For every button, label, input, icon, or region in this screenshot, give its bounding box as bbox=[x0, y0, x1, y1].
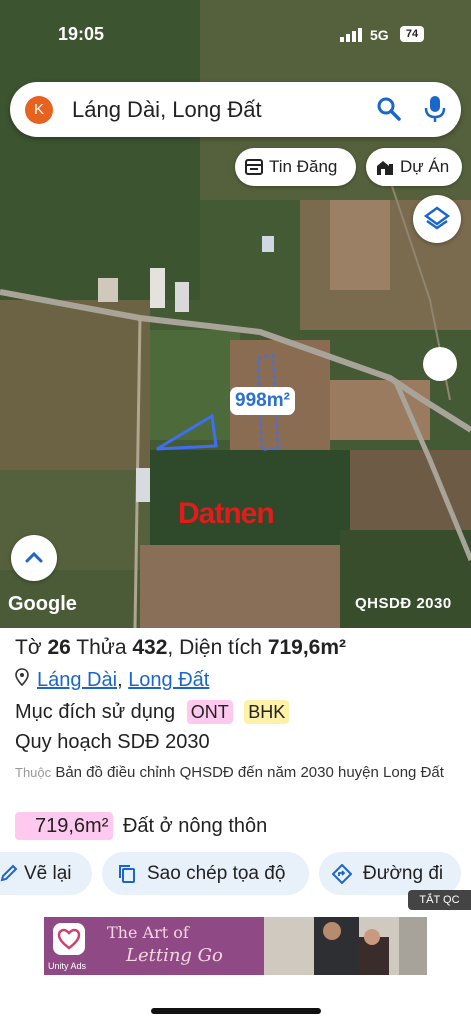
bhk-tag: BHK bbox=[244, 700, 290, 724]
status-bar: 19:05 5G 74 bbox=[0, 22, 471, 48]
mic-icon[interactable] bbox=[423, 95, 447, 123]
avatar[interactable]: K bbox=[25, 96, 53, 124]
ad-title-line1: The Art of bbox=[107, 923, 189, 942]
home-indicator bbox=[151, 1008, 321, 1014]
plan-label: Quy hoạch SDĐ 2030 bbox=[15, 731, 210, 753]
search-bar[interactable]: K Láng Dài, Long Đất bbox=[10, 82, 461, 137]
battery-icon: 74 bbox=[400, 26, 424, 42]
expand-button[interactable] bbox=[11, 535, 57, 581]
copy-coordinates-button[interactable]: Sao chép tọa độ bbox=[102, 852, 309, 895]
plan-code-label: QHSDĐ 2030 bbox=[355, 595, 452, 612]
parcel-info-panel: Tờ 26 Thửa 432, Diện tích 719,6m² Láng D… bbox=[0, 628, 471, 1024]
ont-tag: ONT bbox=[186, 700, 233, 724]
network-label: 5G bbox=[370, 27, 389, 43]
land-type-label: Đất ở nông thôn bbox=[122, 815, 268, 837]
land-purpose-row: Mục đích sử dụng ONT BHK bbox=[15, 700, 290, 724]
hide-ads-button[interactable]: TẮT QC bbox=[408, 890, 471, 910]
google-logo: Google bbox=[8, 593, 77, 615]
plot-area-label: 998m² bbox=[230, 387, 295, 415]
area-badge: 719,6m² bbox=[15, 812, 114, 840]
copy-icon bbox=[119, 865, 135, 883]
directions-icon bbox=[332, 864, 352, 884]
listing-icon bbox=[245, 159, 263, 175]
datnen-watermark: Datnen bbox=[178, 497, 275, 530]
pencil-icon bbox=[0, 864, 18, 882]
du-an-label: Dự Án bbox=[400, 157, 450, 176]
commune-link[interactable]: Láng Dài bbox=[37, 669, 117, 691]
signal-icon bbox=[340, 28, 362, 42]
tin-dang-label: Tin Đăng bbox=[269, 157, 338, 176]
status-time: 19:05 bbox=[58, 24, 105, 44]
ad-banner[interactable]: Unity Ads The Art of Letting Go bbox=[44, 917, 427, 975]
layers-icon bbox=[423, 206, 451, 230]
search-input[interactable]: Láng Dài, Long Đất bbox=[72, 97, 262, 123]
directions-button[interactable]: Đường đi bbox=[319, 852, 461, 895]
heart-icon bbox=[53, 923, 85, 955]
building-icon bbox=[377, 161, 393, 175]
location-pin-icon bbox=[15, 668, 29, 686]
map-view[interactable]: 19:05 5G 74 K Láng Dài, Long Đất Tin Đăn… bbox=[0, 0, 471, 628]
map-marker-dot[interactable] bbox=[423, 347, 457, 381]
tin-dang-chip[interactable]: Tin Đăng bbox=[235, 148, 356, 186]
plan-note: Thuộc Bản đồ điều chỉnh QHSDĐ đến năm 20… bbox=[15, 764, 444, 781]
ad-photo bbox=[264, 917, 427, 975]
ad-title-line2: Letting Go bbox=[126, 945, 223, 966]
search-icon[interactable] bbox=[376, 96, 402, 122]
chevron-up-icon bbox=[25, 551, 43, 563]
land-type-row: 719,6m² Đất ở nông thôn bbox=[15, 812, 267, 840]
unity-ads-label: Unity Ads bbox=[48, 961, 87, 971]
district-link[interactable]: Long Đất bbox=[128, 669, 209, 691]
location-row: Láng Dài, Long Đất bbox=[15, 668, 209, 692]
redraw-button[interactable]: Vẽ lại bbox=[0, 852, 92, 895]
du-an-chip[interactable]: Dự Án bbox=[366, 148, 462, 186]
layers-button[interactable] bbox=[413, 195, 461, 243]
parcel-title: Tờ 26 Thửa 432, Diện tích 719,6m² bbox=[15, 636, 347, 659]
